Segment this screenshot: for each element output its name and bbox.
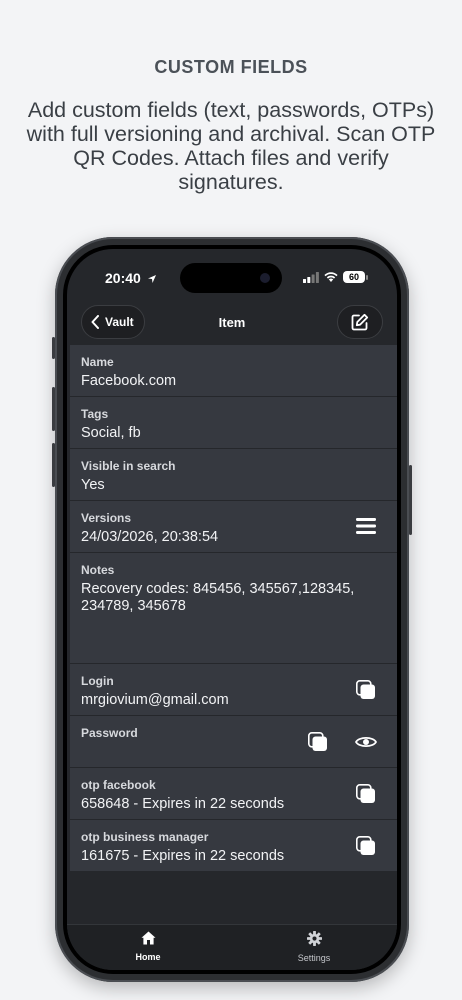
- home-icon: [141, 931, 155, 945]
- tab-settings[interactable]: Settings: [274, 931, 354, 963]
- action-button: [52, 337, 55, 359]
- field-value: Facebook.com: [81, 373, 177, 389]
- field-row-otp-facebook[interactable]: otp facebook 658648 - Expires in 22 seco…: [70, 768, 397, 820]
- field-row-visible[interactable]: Visible in search Yes: [70, 449, 397, 501]
- field-label: Versions: [81, 511, 132, 525]
- field-value: mrgiovium@gmail.com: [81, 692, 229, 708]
- power-button: [409, 465, 412, 535]
- volume-down-button: [52, 443, 55, 487]
- field-row-tags[interactable]: Tags Social, fb: [70, 397, 397, 449]
- field-row-notes[interactable]: Notes Recovery codes: 845456, 345567,128…: [70, 553, 397, 664]
- field-label: Name: [81, 355, 114, 369]
- field-row-versions[interactable]: Versions 24/03/2026, 20:38:54: [70, 501, 397, 553]
- promo-heading: CUSTOM FIELDS: [154, 57, 308, 77]
- dynamic-island: [180, 263, 282, 293]
- camera-icon: [260, 273, 270, 283]
- field-label: otp facebook: [81, 778, 156, 792]
- app-screen: 20:40 60 Vault Item Name Facebook.com Ta…: [67, 249, 397, 970]
- battery-icon: 60: [343, 271, 365, 283]
- edit-button[interactable]: [337, 305, 383, 339]
- field-label: Tags: [81, 407, 109, 421]
- field-value: Social, fb: [81, 425, 141, 441]
- edit-icon: [351, 313, 369, 331]
- tab-home[interactable]: Home: [108, 931, 188, 962]
- tab-label: Settings: [297, 953, 331, 963]
- tab-bar: Home Settings: [67, 924, 397, 970]
- gear-icon: [306, 931, 322, 946]
- field-value: 24/03/2026, 20:38:54: [81, 529, 219, 545]
- eye-icon[interactable]: [355, 735, 377, 749]
- field-value: 658648 - Expires in 22 seconds: [81, 796, 285, 812]
- field-row-name[interactable]: Name Facebook.com: [70, 345, 397, 397]
- tab-label: Home: [135, 952, 161, 962]
- field-value: Recovery codes: 845456, 345567,128345, 2…: [81, 581, 355, 614]
- field-label: Notes: [81, 563, 115, 577]
- field-label: Visible in search: [81, 459, 176, 473]
- field-value: Yes: [81, 477, 105, 493]
- field-label: Login: [81, 674, 114, 688]
- field-row-otp-business[interactable]: otp business manager 161675 - Expires in…: [70, 820, 397, 872]
- nav-bar: Vault Item: [67, 301, 397, 346]
- field-list: Name Facebook.com Tags Social, fb Visibl…: [70, 345, 397, 872]
- copy-icon[interactable]: [308, 732, 328, 752]
- field-label: otp business manager: [81, 830, 209, 844]
- location-arrow-icon: [147, 275, 156, 284]
- wifi-icon: [324, 272, 338, 282]
- cellular-signal-icon: [303, 272, 319, 283]
- status-time: 20:40: [105, 270, 157, 286]
- field-value: 161675 - Expires in 22 seconds: [81, 848, 285, 864]
- promo-subheading: Add custom fields (text, passwords, OTPs…: [26, 98, 436, 194]
- phone-frame: 20:40 60 Vault Item Name Facebook.com Ta…: [52, 237, 412, 982]
- status-bar: 20:40 60: [67, 249, 397, 301]
- copy-icon[interactable]: [356, 680, 376, 700]
- copy-icon[interactable]: [356, 784, 376, 804]
- field-row-password[interactable]: Password: [70, 716, 397, 768]
- copy-icon[interactable]: [356, 836, 376, 856]
- field-row-login[interactable]: Login mrgiovium@gmail.com: [70, 664, 397, 716]
- field-label: Password: [81, 726, 138, 740]
- versions-menu-icon[interactable]: [356, 518, 376, 534]
- volume-up-button: [52, 387, 55, 431]
